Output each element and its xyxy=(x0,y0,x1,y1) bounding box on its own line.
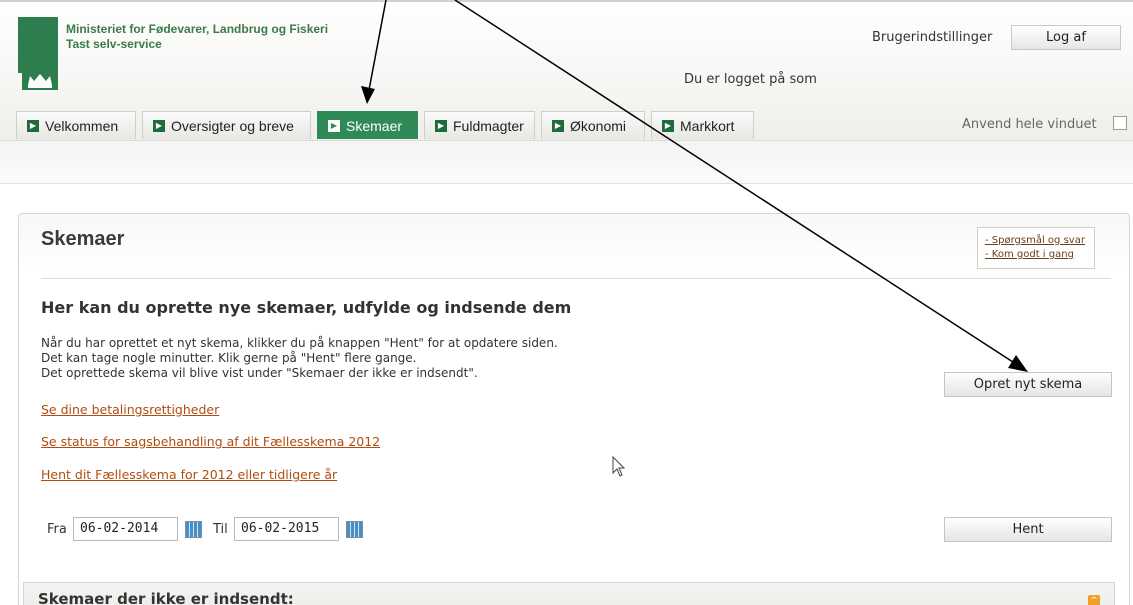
app-window: Ministeriet for Fødevarer, Landbrug og F… xyxy=(0,0,1133,605)
annotation-arrows xyxy=(361,0,1028,372)
arrow-to-create-button-icon xyxy=(454,0,1028,372)
arrow-to-skemaer-tab-icon xyxy=(361,0,387,104)
